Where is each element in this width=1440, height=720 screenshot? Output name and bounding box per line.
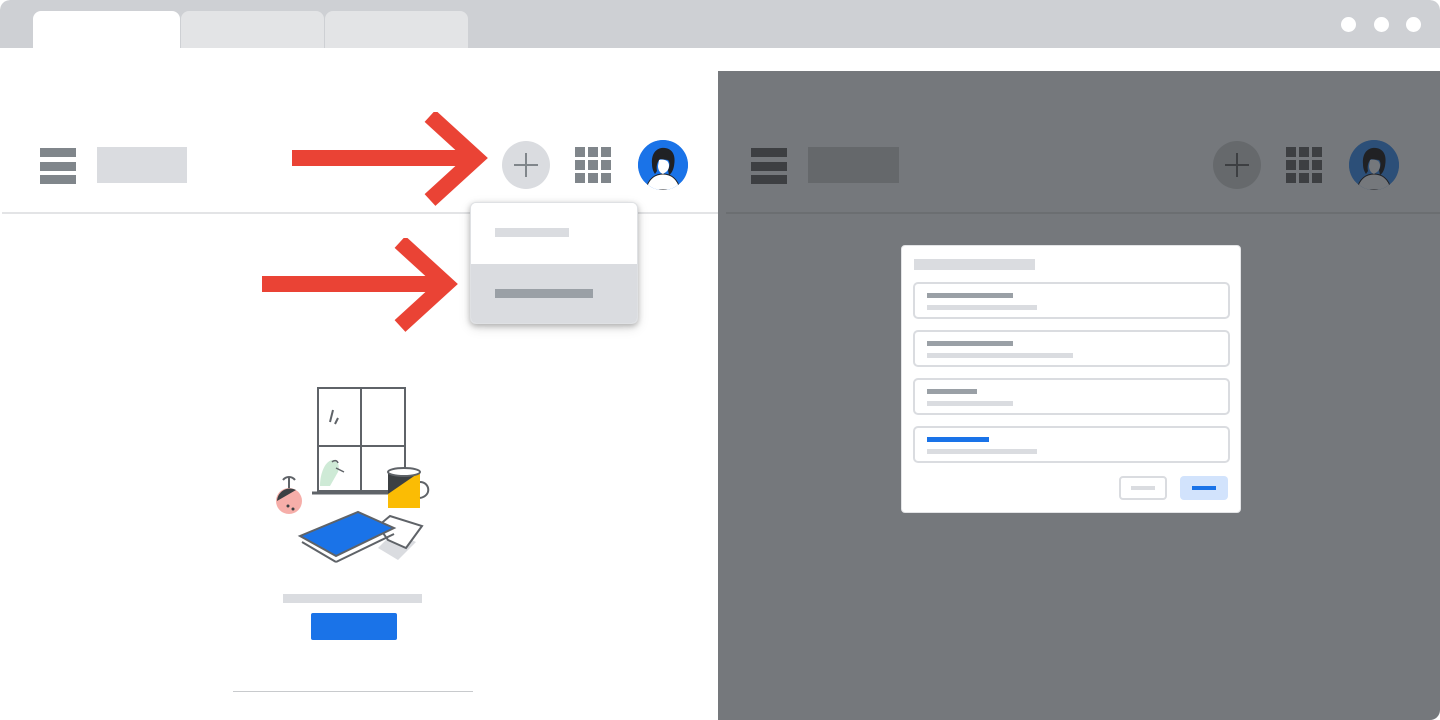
window-control-dot-icon[interactable]	[1341, 17, 1356, 32]
app-pane-right-dimmed	[718, 71, 1440, 720]
window-control-dot-icon[interactable]	[1406, 17, 1421, 32]
dialog-field-focused[interactable]	[913, 426, 1230, 463]
menu-item-label	[495, 228, 569, 237]
desk-illustration-icon	[276, 387, 430, 563]
footer-divider	[233, 691, 473, 692]
create-dropdown-menu	[470, 202, 638, 324]
confirm-label	[1192, 486, 1216, 490]
menu-item-first[interactable]	[471, 203, 637, 263]
cancel-label	[1131, 486, 1155, 490]
dialog-title	[914, 259, 1035, 270]
dialog-field[interactable]	[913, 378, 1230, 415]
hamburger-menu-icon	[751, 148, 787, 184]
red-arrow-icon	[262, 238, 458, 332]
menu-item-label	[495, 289, 593, 298]
user-avatar-icon	[1349, 140, 1399, 190]
dialog-cancel-button[interactable]	[1119, 476, 1167, 500]
empty-state-caption	[283, 594, 422, 603]
app-logo-placeholder	[808, 147, 899, 183]
hamburger-menu-icon[interactable]	[40, 148, 76, 184]
create-button-dimmed	[1213, 141, 1261, 189]
field-value	[927, 353, 1073, 358]
browser-window	[0, 0, 1440, 720]
tab-bar	[0, 0, 1440, 48]
field-label	[927, 341, 1013, 346]
plus-icon	[1225, 153, 1249, 177]
apps-grid-icon[interactable]	[575, 147, 611, 183]
field-value	[927, 305, 1037, 310]
field-value	[927, 401, 1013, 406]
header-divider	[726, 212, 1440, 214]
user-avatar-icon[interactable]	[638, 140, 688, 190]
apps-grid-icon	[1286, 147, 1322, 183]
field-label	[927, 437, 989, 442]
plus-icon	[514, 153, 538, 177]
tab-third[interactable]	[325, 11, 468, 48]
create-dialog	[901, 245, 1241, 513]
dialog-confirm-button[interactable]	[1180, 476, 1228, 500]
dialog-field[interactable]	[913, 282, 1230, 319]
app-pane-left	[0, 48, 718, 720]
field-label	[927, 389, 977, 394]
field-label	[927, 293, 1013, 298]
red-arrow-icon	[292, 112, 488, 206]
dialog-field[interactable]	[913, 330, 1230, 367]
empty-state-cta-button[interactable]	[311, 613, 397, 640]
create-button[interactable]	[502, 141, 550, 189]
window-control-dot-icon[interactable]	[1374, 17, 1389, 32]
tab-second[interactable]	[181, 11, 324, 48]
menu-item-second-highlighted[interactable]	[471, 264, 637, 323]
field-value	[927, 449, 1037, 454]
app-logo-placeholder	[97, 147, 187, 183]
tab-active[interactable]	[33, 11, 180, 48]
